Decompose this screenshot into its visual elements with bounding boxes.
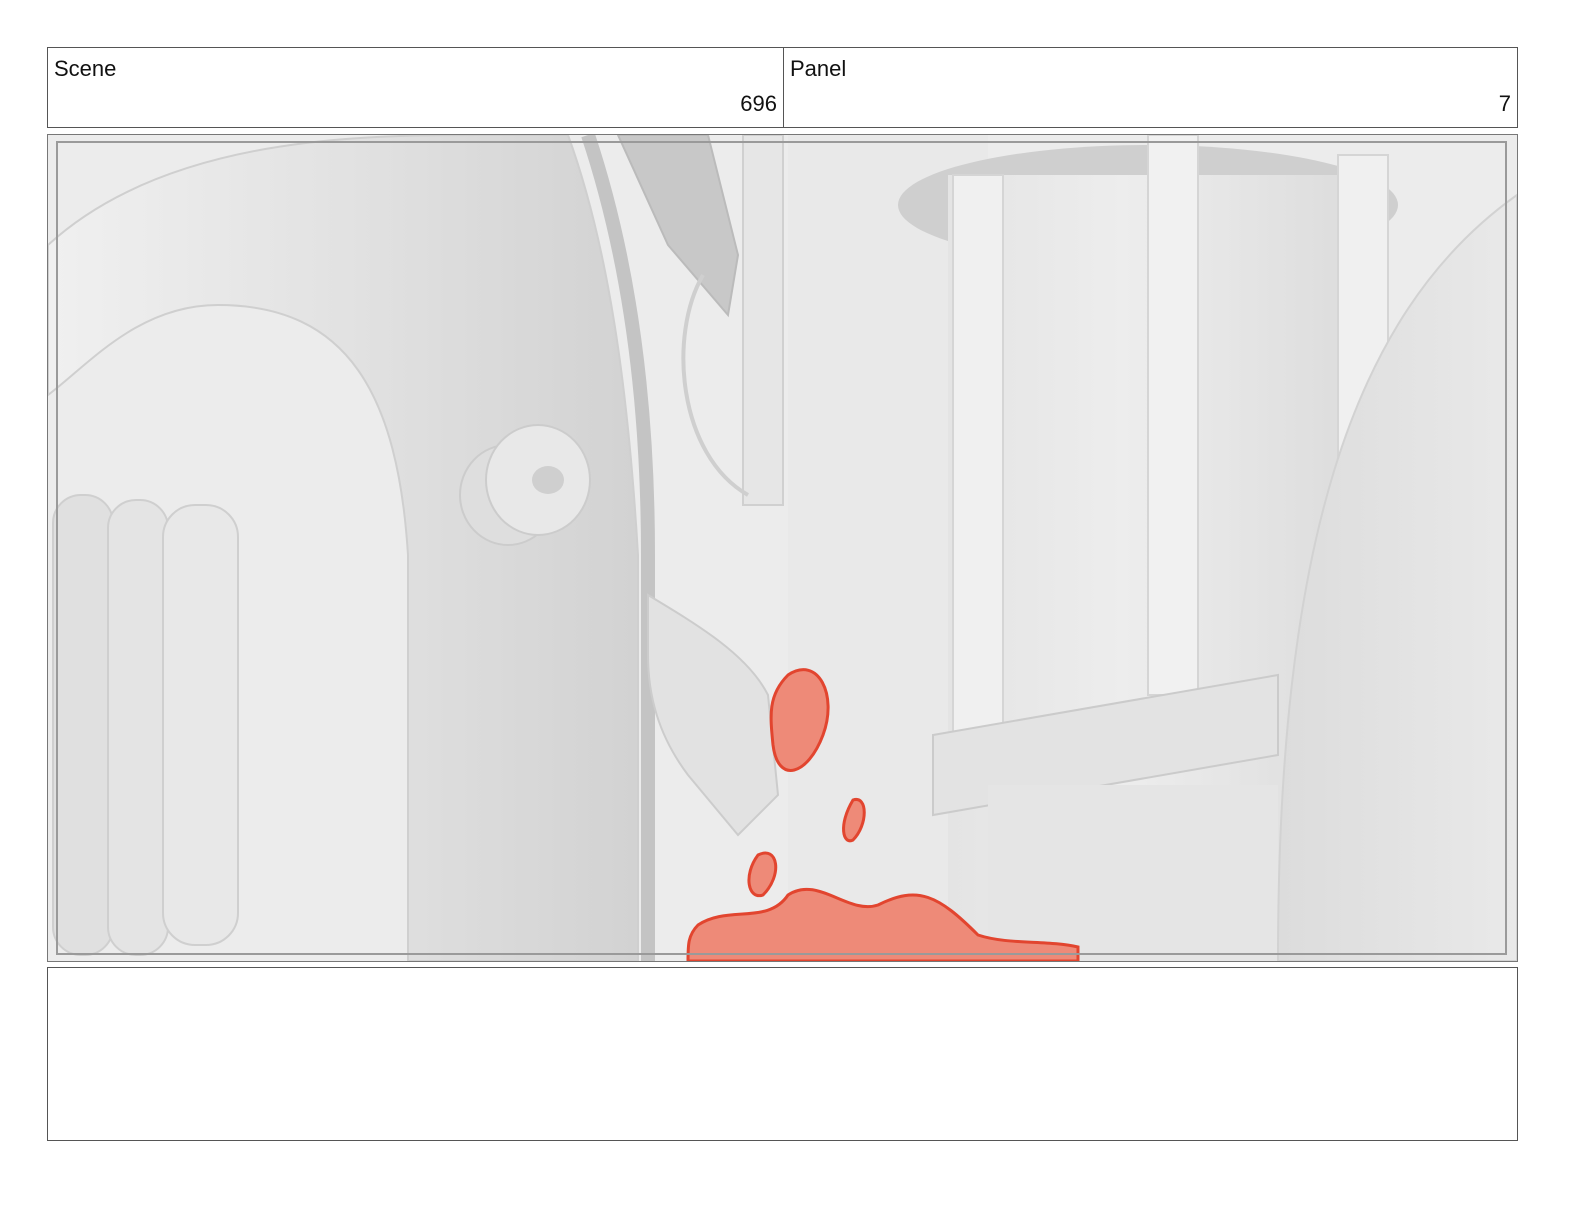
scene-cell: Scene 696: [48, 48, 784, 127]
thin-rod: [742, 135, 784, 506]
notes-box[interactable]: [47, 967, 1518, 1141]
panel-number: 7: [1498, 91, 1511, 116]
panel-label: Panel: [790, 56, 847, 81]
coil-rings: [52, 494, 239, 956]
scene-label: Scene: [54, 56, 117, 81]
scene-number: 696: [740, 91, 777, 116]
panel-header: Scene 696 Panel 7: [47, 47, 1518, 128]
storyboard-drawing: [48, 135, 1517, 961]
storyboard-frame: [47, 134, 1518, 962]
panel-cell: Panel 7: [784, 48, 1517, 127]
